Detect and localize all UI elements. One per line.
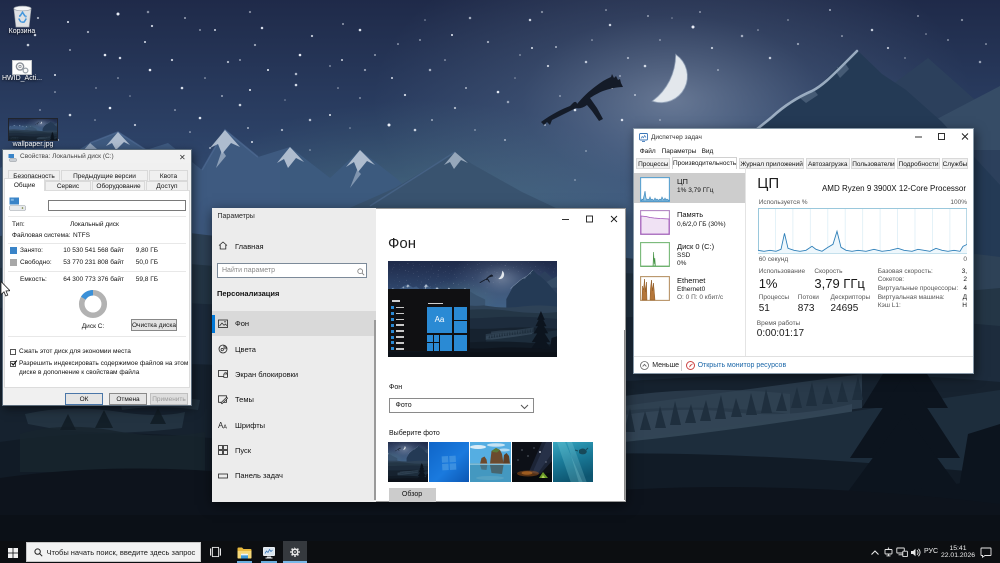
svg-text:A: A (223, 424, 227, 430)
